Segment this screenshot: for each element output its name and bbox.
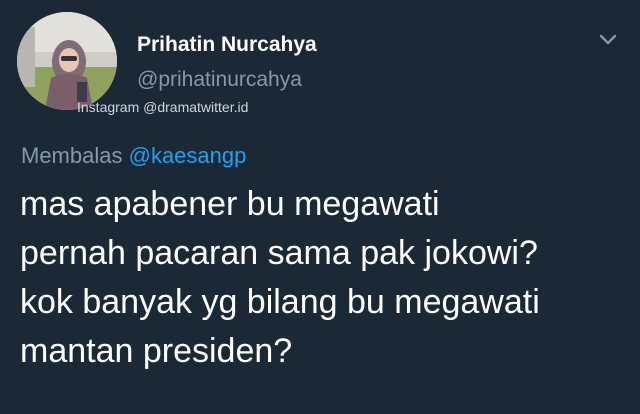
tweet-text-line: mas apabener bu megawati	[20, 185, 440, 223]
profile-photo-icon	[17, 12, 117, 110]
tweet-text-line: mantan presiden?	[20, 332, 293, 370]
tweet-card: Prihatin Nurcahya @prihatinurcahya Insta…	[0, 0, 640, 414]
user-handle[interactable]: @prihatinurcahya	[137, 68, 302, 92]
reply-prefix: Membalas	[21, 143, 123, 168]
tweet-text-line: pernah pacaran sama pak jokowi?	[20, 234, 538, 272]
display-name[interactable]: Prihatin Nurcahya	[137, 33, 317, 57]
chevron-down-icon[interactable]	[596, 30, 620, 50]
reply-context: Membalas @kaesangp	[21, 143, 246, 169]
watermark: Instagram @dramatwitter.id	[77, 99, 249, 115]
avatar[interactable]	[17, 12, 117, 110]
reply-mention-link[interactable]: @kaesangp	[129, 143, 247, 168]
tweet-text: mas apabener bu megawati pernah pacaran …	[20, 180, 630, 376]
tweet-text-line: kok banyak yg bilang bu megawati	[20, 283, 540, 321]
